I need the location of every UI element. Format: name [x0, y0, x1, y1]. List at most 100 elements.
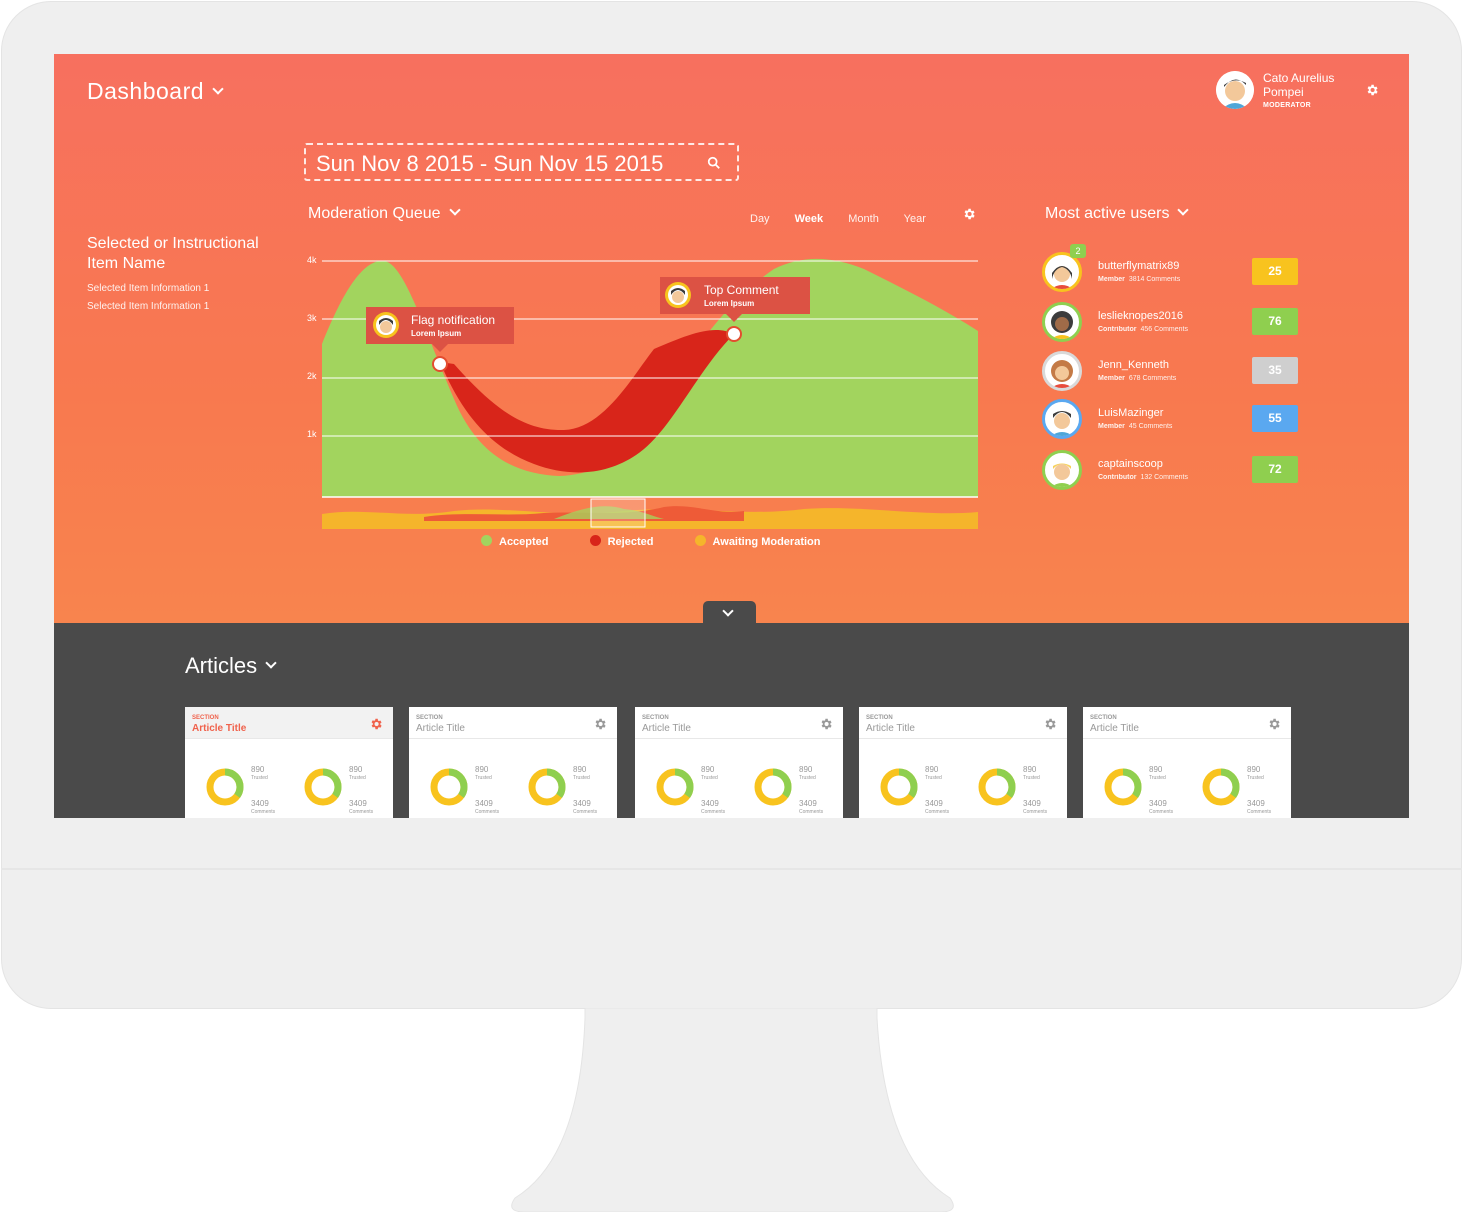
article-card[interactable]: SECTION Article Title 890 Trusted 3409 Commen… [635, 707, 843, 818]
flag-marker[interactable] [432, 356, 448, 372]
article-card-header: SECTION Article Title [185, 707, 393, 739]
article-title[interactable]: Article Title [416, 723, 465, 734]
avatar [1042, 351, 1082, 391]
stat-value: 3409 [349, 799, 367, 808]
stat-value: 890 [573, 765, 587, 774]
articles-dropdown[interactable]: Articles [185, 653, 277, 679]
legend-rejected[interactable]: Rejected [589, 534, 653, 548]
user-comment-count: 132 Comments [1140, 474, 1188, 481]
user-row[interactable]: captainscoop Contributor 132 Comments 72 [1042, 448, 1312, 492]
comments-stat: 3409 Comments [1247, 799, 1271, 815]
article-title[interactable]: Article Title [1090, 723, 1139, 734]
stat-label: Comments [349, 809, 374, 815]
trusted-stat: 890 Trusted [573, 765, 590, 781]
search-icon[interactable] [707, 156, 721, 170]
trusted-donut-chart [1202, 768, 1240, 806]
range-tabs: Day Week Month Year [750, 213, 948, 225]
stat-value: 890 [701, 765, 715, 774]
user-name: Cato Aurelius Pompei [1263, 71, 1335, 99]
accepted-dot-icon [481, 534, 492, 546]
stat-value: 890 [349, 765, 363, 774]
article-card[interactable]: SECTION Article Title 890 Trusted 3409 Commen… [1083, 707, 1291, 818]
y-tick-label: 2k [307, 371, 317, 381]
moderation-queue-dropdown[interactable]: Moderation Queue [308, 204, 461, 223]
articles-title: Articles [185, 653, 258, 678]
article-title[interactable]: Article Title [642, 723, 691, 734]
article-settings-gear-icon[interactable] [1043, 717, 1057, 731]
dashboard-panel: Dashboard Cato Aurelius Pompei MODERATOR… [54, 54, 1409, 623]
comments-stat: 3409 Comments [925, 799, 949, 815]
stat-label: Comments [475, 809, 500, 815]
user-detail: Contributor 456 Comments [1098, 326, 1188, 333]
stat-label: Comments [925, 809, 950, 815]
avatar [1042, 399, 1082, 439]
article-card-header: SECTION Article Title [635, 707, 843, 739]
chart-settings-gear-icon[interactable] [962, 207, 976, 221]
settings-gear-icon[interactable] [1365, 83, 1379, 97]
stat-label: Comments [701, 809, 726, 815]
flag-tooltip-title: Flag notification [411, 313, 495, 327]
top-comment-marker[interactable] [726, 326, 742, 342]
legend-label: Accepted [499, 536, 549, 548]
user-row[interactable]: 2 butterflymatrix89 Member 3814 Comments … [1042, 244, 1312, 294]
date-range-input[interactable]: Sun Nov 8 2015 - Sun Nov 15 2015 [304, 143, 739, 181]
article-settings-gear-icon[interactable] [819, 717, 833, 731]
dashboard-title-dropdown[interactable]: Dashboard [87, 78, 224, 105]
user-score: 76 [1252, 308, 1298, 335]
user-row[interactable]: LuisMazinger Member 45 Comments 55 [1042, 397, 1312, 441]
chevron-down-icon [212, 83, 224, 95]
comments-stat: 3409 Comments [349, 799, 373, 815]
article-card[interactable]: SECTION Article Title 890 Trusted 3409 Commen… [185, 707, 393, 818]
stat-value: 890 [1247, 765, 1261, 774]
date-range-value: Sun Nov 8 2015 - Sun Nov 15 2015 [316, 151, 664, 176]
stat-label: Trusted [701, 775, 718, 781]
most-active-users-dropdown[interactable]: Most active users [1045, 204, 1190, 223]
user-row[interactable]: Jenn_Kenneth Member 678 Comments 35 [1042, 349, 1312, 393]
flag-tooltip-subtitle: Lorem Ipsum [411, 329, 461, 338]
stat-label: Trusted [1023, 775, 1040, 781]
moderation-queue-title: Moderation Queue [308, 205, 441, 222]
trusted-donut-chart [656, 768, 694, 806]
article-title[interactable]: Article Title [192, 723, 246, 734]
comments-stat: 3409 Comments [475, 799, 499, 815]
article-settings-gear-icon[interactable] [1267, 717, 1281, 731]
selected-item-heading: Selected or Instructional Item Name [87, 235, 259, 272]
article-card[interactable]: SECTION Article Title 890 Trusted 3409 Commen… [409, 707, 617, 818]
tab-month[interactable]: Month [848, 213, 879, 225]
legend-accepted[interactable]: Accepted [481, 534, 549, 548]
chevron-down-icon [1177, 204, 1190, 216]
article-settings-gear-icon[interactable] [369, 717, 383, 731]
article-card[interactable]: SECTION Article Title 890 Trusted 3409 Commen… [859, 707, 1067, 818]
article-settings-gear-icon[interactable] [593, 717, 607, 731]
chart-navigator[interactable] [322, 498, 978, 529]
article-section: SECTION [416, 715, 443, 721]
legend-awaiting[interactable]: Awaiting Moderation [694, 534, 820, 548]
moderation-chart[interactable]: 4k 3k 2k 1k Flag notification Lorem Ipsu… [304, 249, 984, 549]
user-profile[interactable]: Cato Aurelius Pompei MODERATOR [1216, 71, 1376, 111]
user-row[interactable]: leslieknopes2016 Contributor 456 Comments… [1042, 300, 1312, 344]
stat-value: 3409 [799, 799, 817, 808]
y-tick-label: 1k [307, 429, 317, 439]
article-title[interactable]: Article Title [866, 723, 915, 734]
user-score: 55 [1252, 405, 1298, 432]
tab-week[interactable]: Week [795, 213, 824, 225]
trusted-donut-chart [754, 768, 792, 806]
user-role: Contributor [1098, 326, 1137, 333]
trusted-stat: 890 Trusted [1023, 765, 1040, 781]
user-role: Member [1098, 423, 1125, 430]
trusted-stat: 890 Trusted [1149, 765, 1166, 781]
user-comment-count: 45 Comments [1128, 423, 1173, 430]
tab-year[interactable]: Year [904, 213, 926, 225]
stat-value: 890 [1149, 765, 1163, 774]
chart-legend: Accepted Rejected Awaiting Moderation [481, 534, 858, 548]
collapse-toggle-button[interactable] [703, 601, 756, 625]
trusted-donut-chart [430, 768, 468, 806]
avatar [1216, 71, 1254, 109]
navigator-window[interactable] [590, 498, 646, 528]
comments-stat: 3409 Comments [799, 799, 823, 815]
stat-label: Comments [1023, 809, 1048, 815]
stat-label: Trusted [925, 775, 942, 781]
trusted-stat: 890 Trusted [701, 765, 718, 781]
tab-day[interactable]: Day [750, 213, 770, 225]
stat-value: 3409 [925, 799, 943, 808]
